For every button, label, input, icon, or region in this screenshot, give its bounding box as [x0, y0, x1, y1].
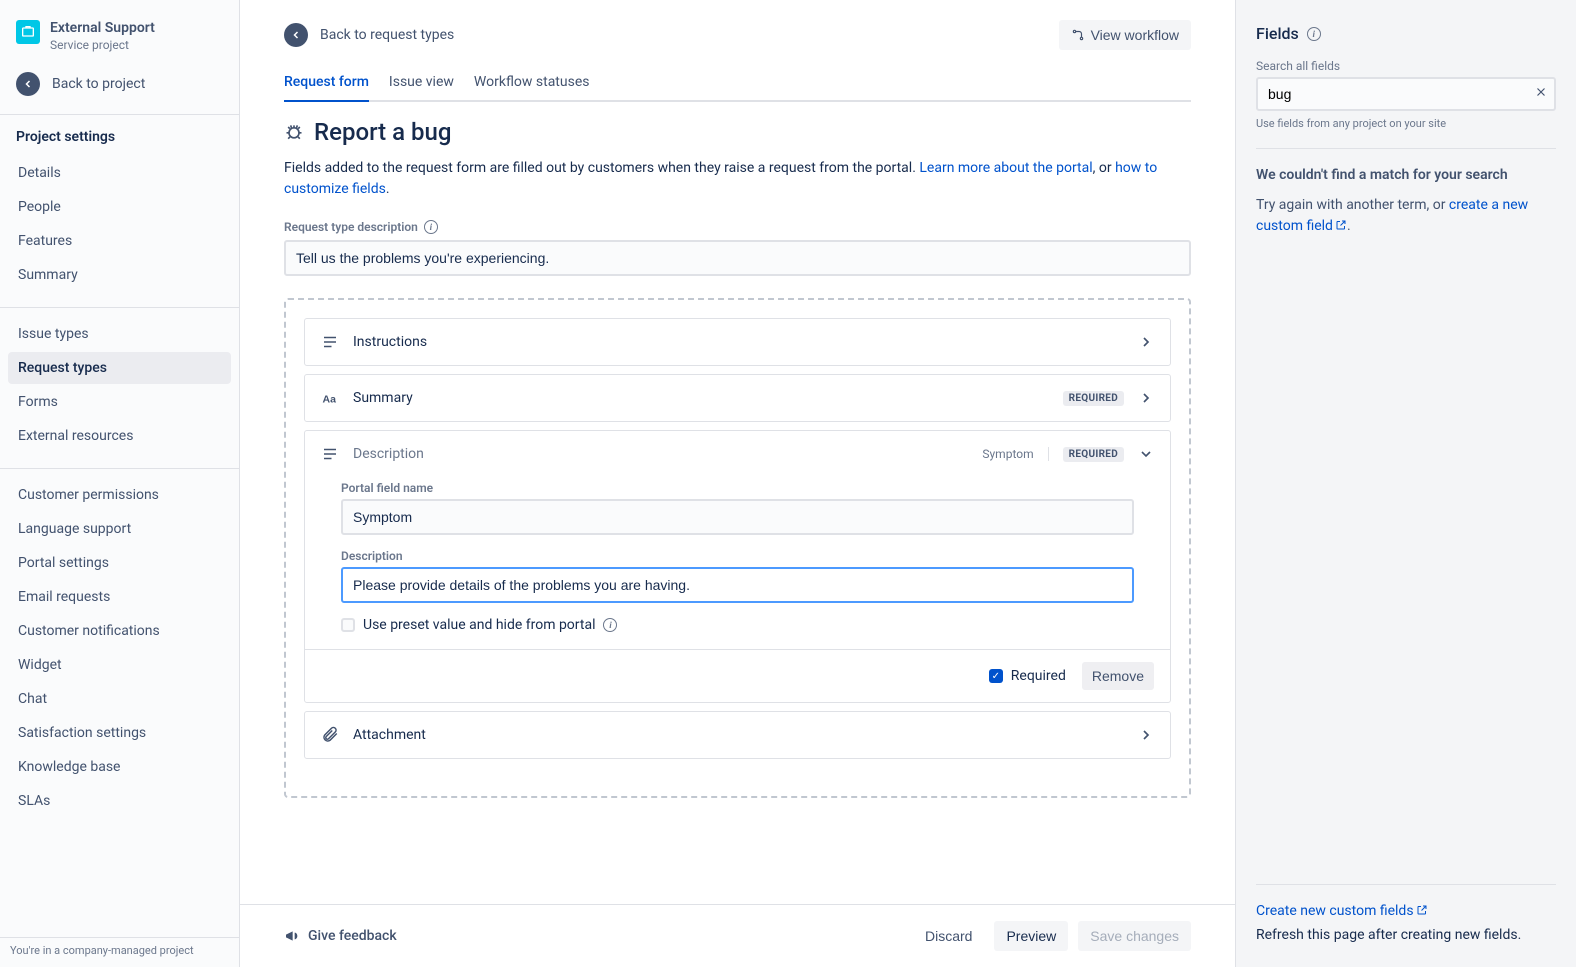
project-icon — [16, 20, 40, 44]
chevron-right-icon — [1138, 334, 1154, 350]
sidebar-item-customer-permissions[interactable]: Customer permissions — [8, 479, 231, 511]
back-to-request-types[interactable]: Back to request types — [284, 23, 454, 47]
field-row-attachment[interactable]: Attachment — [304, 711, 1171, 759]
sidebar-item-summary[interactable]: Summary — [8, 259, 231, 291]
sidebar-item-issue-types[interactable]: Issue types — [8, 318, 231, 350]
tab-request-form[interactable]: Request form — [284, 74, 369, 102]
paragraph-icon — [321, 445, 339, 463]
checkbox-unchecked-icon — [341, 618, 355, 632]
info-icon[interactable]: i — [603, 618, 617, 632]
search-fields-input[interactable] — [1256, 77, 1556, 111]
clear-search-icon[interactable] — [1534, 85, 1548, 103]
project-name: External Support — [50, 20, 155, 36]
sidebar-nav-group-1: DetailsPeopleFeaturesSummary — [0, 151, 239, 303]
sidebar-item-widget[interactable]: Widget — [8, 649, 231, 681]
sidebar-item-satisfaction-settings[interactable]: Satisfaction settings — [8, 717, 231, 749]
portal-field-name-input[interactable] — [341, 499, 1134, 535]
sidebar-item-knowledge-base[interactable]: Knowledge base — [8, 751, 231, 783]
tabs: Request form Issue view Workflow statuses — [284, 74, 1191, 102]
view-workflow-button[interactable]: View workflow — [1059, 20, 1191, 50]
sidebar-nav-group-3: Customer permissionsLanguage supportPort… — [0, 473, 239, 829]
info-icon[interactable]: i — [1307, 27, 1321, 41]
page-title: Report a bug — [284, 118, 1191, 146]
learn-more-portal-link[interactable]: Learn more about the portal — [919, 160, 1092, 176]
portal-hint: Symptom — [982, 447, 1048, 461]
field-label: Instructions — [353, 334, 1124, 350]
preview-button[interactable]: Preview — [994, 921, 1068, 951]
required-badge: REQUIRED — [1063, 391, 1124, 406]
external-link-icon — [1416, 904, 1428, 916]
field-description-label: Description — [341, 549, 1134, 563]
sidebar-item-language-support[interactable]: Language support — [8, 513, 231, 545]
text-icon: Aa — [321, 389, 339, 407]
give-feedback-button[interactable]: Give feedback — [284, 928, 397, 944]
workflow-icon — [1071, 28, 1085, 42]
sidebar-item-details[interactable]: Details — [8, 157, 231, 189]
sidebar-nav-group-2: Issue typesRequest typesFormsExternal re… — [0, 312, 239, 464]
sidebar-item-forms[interactable]: Forms — [8, 386, 231, 418]
search-hint: Use fields from any project on your site — [1256, 117, 1556, 130]
bug-icon — [284, 122, 304, 142]
portal-field-name-label: Portal field name — [341, 481, 1134, 495]
required-badge: REQUIRED — [1063, 447, 1124, 462]
megaphone-icon — [284, 928, 300, 944]
field-label: Summary — [353, 390, 1049, 406]
back-arrow-icon — [284, 23, 308, 47]
tab-workflow-statuses[interactable]: Workflow statuses — [474, 74, 590, 102]
sidebar-item-request-types[interactable]: Request types — [8, 352, 231, 384]
checkbox-checked-icon: ✓ — [989, 669, 1003, 683]
sidebar-section-title: Project settings — [0, 114, 239, 151]
sidebar-item-chat[interactable]: Chat — [8, 683, 231, 715]
field-description-input[interactable] — [341, 567, 1134, 603]
remove-field-button[interactable]: Remove — [1082, 662, 1154, 690]
search-label: Search all fields — [1256, 59, 1556, 73]
field-row-description: Description Symptom REQUIRED Portal fiel… — [304, 430, 1171, 703]
refresh-hint: Refresh this page after creating new fie… — [1256, 927, 1556, 943]
no-match-title: We couldn't find a match for your search — [1256, 167, 1556, 183]
back-to-project[interactable]: Back to project — [0, 64, 239, 110]
page-title-text: Report a bug — [314, 118, 451, 146]
panel-title: Fields i — [1256, 24, 1556, 43]
field-row-instructions[interactable]: Instructions — [304, 318, 1171, 366]
instructions-icon — [321, 333, 339, 351]
field-header-description[interactable]: Description Symptom REQUIRED — [305, 431, 1170, 477]
chevron-right-icon — [1138, 390, 1154, 406]
field-row-summary[interactable]: Aa Summary REQUIRED — [304, 374, 1171, 422]
sidebar-item-external-resources[interactable]: External resources — [8, 420, 231, 452]
discard-button[interactable]: Discard — [913, 921, 984, 951]
external-link-icon — [1335, 219, 1347, 231]
sidebar-item-customer-notifications[interactable]: Customer notifications — [8, 615, 231, 647]
sidebar: External Support Service project Back to… — [0, 0, 240, 967]
project-header: External Support Service project — [0, 0, 239, 64]
main-content: Back to request types View workflow Requ… — [240, 0, 1236, 967]
svg-text:Aa: Aa — [323, 394, 337, 406]
no-match-text: Try again with another term, or create a… — [1256, 195, 1556, 237]
info-icon[interactable]: i — [424, 220, 438, 234]
sidebar-item-slas[interactable]: SLAs — [8, 785, 231, 817]
fields-panel: Fields i Search all fields Use fields fr… — [1236, 0, 1576, 967]
create-new-custom-fields-link[interactable]: Create new custom fields — [1256, 903, 1428, 919]
request-description-input[interactable] — [284, 240, 1191, 276]
back-arrow-icon — [16, 72, 40, 96]
back-label: Back to request types — [320, 27, 454, 43]
form-builder-area: Instructions Aa Summary REQUIRED Descrip… — [284, 298, 1191, 798]
project-subtitle: Service project — [50, 38, 155, 52]
field-label: Attachment — [353, 727, 1124, 743]
request-desc-label: Request type description i — [284, 220, 1191, 234]
save-changes-button: Save changes — [1078, 921, 1191, 951]
sidebar-item-people[interactable]: People — [8, 191, 231, 223]
intro-text: Fields added to the request form are fil… — [284, 158, 1191, 200]
back-to-project-label: Back to project — [52, 76, 145, 92]
attachment-icon — [321, 726, 339, 744]
sidebar-item-portal-settings[interactable]: Portal settings — [8, 547, 231, 579]
field-label: Description — [353, 446, 968, 462]
sidebar-item-features[interactable]: Features — [8, 225, 231, 257]
chevron-down-icon — [1138, 446, 1154, 462]
preset-value-checkbox[interactable]: Use preset value and hide from portal i — [341, 617, 1134, 633]
required-checkbox[interactable]: ✓ Required — [989, 668, 1066, 684]
sidebar-footer: You're in a company-managed project — [0, 937, 239, 967]
sidebar-item-email-requests[interactable]: Email requests — [8, 581, 231, 613]
chevron-right-icon — [1138, 727, 1154, 743]
tab-issue-view[interactable]: Issue view — [389, 74, 454, 102]
